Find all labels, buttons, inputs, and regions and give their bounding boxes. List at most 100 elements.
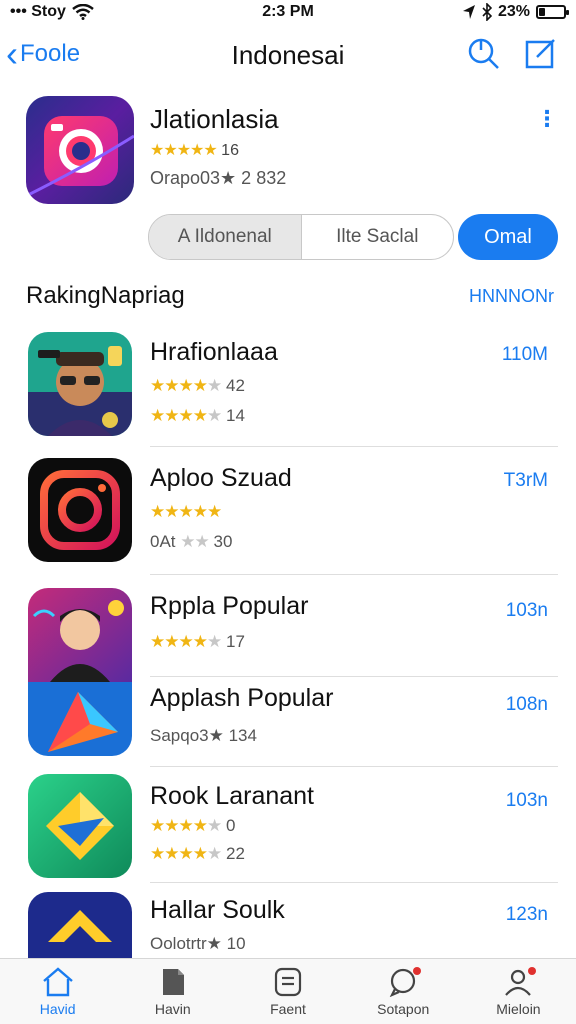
app-name: Hallar Soulk: [150, 896, 285, 924]
featured-app: Jlationlasia ★★★★★ 16 Orapo03★ 2 832 ⋮: [26, 96, 558, 208]
list-item[interactable]: Aploo Szuad T3rM ★★★★★ 0At ★★ 30: [0, 454, 576, 576]
app-size[interactable]: 110M: [502, 344, 548, 366]
star-icon: ★: [178, 816, 194, 835]
app-size[interactable]: 108n: [506, 694, 548, 716]
app-name: Applash Popular: [150, 684, 334, 712]
row-divider: [150, 882, 558, 883]
star-icon: ★: [192, 844, 208, 863]
star-icon: ★: [150, 844, 165, 863]
segment-indonesia[interactable]: A Ildonenal: [149, 215, 301, 259]
character-app-icon: [28, 588, 132, 682]
list-item[interactable]: Rppla Popular 103n ★★★★★ 17: [0, 586, 576, 682]
app-rating-line: Sapqo3★ 134: [150, 726, 257, 746]
star-icon: ★: [207, 632, 222, 651]
house-icon: [42, 967, 73, 997]
rating-stars: ★★★★★: [150, 406, 222, 425]
tab-profile[interactable]: Mieloin: [461, 959, 576, 1024]
notification-badge: [528, 967, 537, 975]
status-bar: ••• Stoy 2:3 PM 23%: [0, 0, 576, 24]
rating-stars: ★★★★★: [150, 816, 222, 835]
tab-chat[interactable]: Sotapon: [346, 959, 461, 1024]
open-button[interactable]: Omal: [458, 214, 558, 260]
app-name: Aploo Szuad: [150, 464, 292, 492]
avatar-app-icon: [28, 332, 132, 436]
tab-bar: Havid Havin Faent Sotapon Mieloin: [0, 958, 576, 1024]
star-icon: ★: [207, 502, 222, 521]
app-name: Hrafionlaaa: [150, 338, 278, 366]
carrier-label: ••• Stoy: [10, 3, 66, 20]
star-icon: ★: [150, 502, 165, 521]
wifi-icon: [72, 4, 94, 20]
rating-count: 22: [225, 844, 245, 863]
star-icon: ★: [180, 532, 195, 551]
app-rating-line-secondary: ★★★★★ 22: [150, 844, 245, 864]
star-icon: ★: [192, 376, 208, 395]
shape-app-icon: [28, 892, 132, 958]
app-size[interactable]: T3rM: [504, 470, 548, 492]
star-icon: ★: [150, 142, 164, 159]
star-icon: ★: [203, 142, 217, 159]
rating-stars: ★★★★★: [150, 502, 222, 521]
star-icon: ★: [164, 632, 179, 651]
tab-label: Mieloin: [496, 1001, 541, 1017]
navigation-bar: ‹ Foole Indonesai: [0, 28, 576, 84]
compose-button[interactable]: [524, 36, 558, 75]
rating-count: 42: [225, 376, 245, 395]
segment-social[interactable]: Ilte Saclal: [300, 215, 454, 259]
battery-icon: [536, 5, 569, 19]
see-all-link[interactable]: HNNNONr: [469, 286, 554, 307]
featured-rating: ★★★★★ 16: [150, 140, 239, 160]
app-rating-line-secondary: 0At ★★ 30: [150, 532, 232, 552]
star-icon: ★: [207, 406, 222, 425]
star-icon: ★: [207, 844, 222, 863]
star-icon: ★: [176, 142, 191, 159]
star-icon: ★: [164, 816, 179, 835]
tab-label: Sotapon: [377, 1001, 430, 1017]
rating-stars: ★★★★★: [150, 376, 222, 395]
star-icon: ★: [178, 376, 194, 395]
compose-icon: [525, 39, 555, 69]
tab-label: Havid: [39, 1001, 76, 1017]
list-item[interactable]: Rook Laranant 103n ★★★★★ 0 ★★★★★ 22: [0, 774, 576, 884]
star-icon: ★: [192, 816, 208, 835]
star-icon: ★: [164, 844, 179, 863]
rating-count: Sapqo3★ 134: [150, 726, 257, 745]
star-icon: ★: [190, 142, 204, 159]
bluetooth-icon: [482, 3, 492, 21]
star-icon: ★: [150, 376, 165, 395]
app-name: Rppla Popular: [150, 592, 309, 620]
tab-list[interactable]: Faent: [230, 959, 345, 1024]
star-icon: ★: [164, 376, 179, 395]
star-icon: ★: [164, 502, 179, 521]
star-icon: ★: [192, 632, 208, 651]
row-divider: [150, 446, 558, 447]
app-rating-line: ★★★★★: [150, 502, 222, 522]
rating-count: 17: [225, 632, 245, 651]
diamond-app-icon: [28, 774, 132, 878]
search-button[interactable]: [466, 36, 500, 75]
app-size[interactable]: 123n: [506, 904, 548, 926]
app-rating-line: ★★★★★ 17: [150, 632, 245, 652]
camera-app-icon[interactable]: [26, 96, 134, 204]
star-icon: ★: [207, 376, 222, 395]
app-size[interactable]: 103n: [506, 790, 548, 812]
section-title: RakingNapriag: [26, 282, 185, 309]
app-size[interactable]: 103n: [506, 600, 548, 622]
row-divider: [150, 766, 558, 767]
tab-home[interactable]: Havid: [0, 959, 115, 1024]
star-icon: ★: [178, 406, 194, 425]
app-name: Rook Laranant: [150, 782, 315, 810]
more-options-icon[interactable]: ⋮: [536, 106, 558, 132]
star-icon: ★: [150, 632, 165, 651]
star-icon: ★: [178, 632, 194, 651]
list-item[interactable]: Hallar Soulk 123n Oolotrtr★ 10: [0, 890, 576, 958]
camera-app-icon: [28, 458, 132, 562]
list-item[interactable]: Applash Popular 108n Sapqo3★ 134: [0, 678, 576, 768]
list-item[interactable]: Hrafionlaaa 110M ★★★★★ 42 ★★★★★ 14: [0, 326, 576, 448]
status-right: 23%: [462, 3, 569, 21]
segmented-control: A Ildonenal Ilte Saclal: [148, 214, 454, 260]
featured-app-name: Jlationlasia: [150, 104, 279, 134]
tab-documents[interactable]: Havin: [115, 959, 230, 1024]
star-icon: ★: [150, 406, 165, 425]
search-icon: [468, 38, 499, 69]
